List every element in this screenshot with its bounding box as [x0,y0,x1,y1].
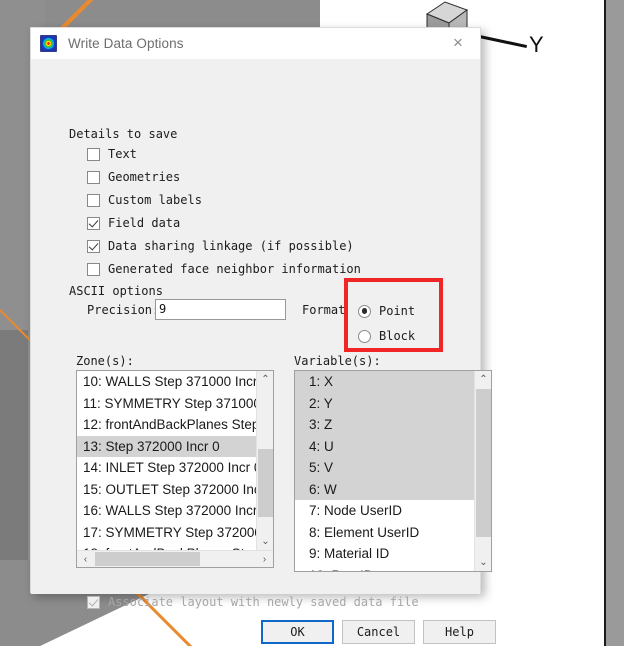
checkbox-label-associate-layout: Associate layout with newly saved data f… [108,595,419,609]
zones-listbox[interactable]: 10: WALLS Step 371000 Incr 0 11: SYMMETR… [76,370,274,568]
scroll-right-icon[interactable]: › [256,551,273,567]
list-item[interactable]: 12: frontAndBackPlanes Step 3 [77,414,256,436]
variables-scroll-thumb[interactable] [476,389,491,537]
checkbox-label-custom-labels: Custom labels [108,193,202,207]
radio-block[interactable] [358,329,371,343]
axis-label-y: Y [529,32,544,57]
checkbox-row-custom-labels[interactable]: Custom labels [87,190,202,210]
checkbox-label-geometries: Geometries [108,170,181,184]
checkbox-text[interactable] [87,147,100,161]
list-item[interactable]: 10: WALLS Step 371000 Incr 0 [77,371,256,393]
checkbox-geometries[interactable] [87,170,100,184]
list-item[interactable]: 18: frontAndBackPlanes Step 3 [77,543,256,550]
variables-label: Variable(s): [294,354,381,368]
precision-input[interactable]: 9 [155,299,286,320]
variables-listbox[interactable]: 1: X 2: Y 3: Z 4: U 5: V 6: W 7: Node Us… [294,370,492,572]
close-icon[interactable]: × [436,28,480,58]
dialog-body: Details to save Text Geometries Custom l… [31,59,496,644]
checkbox-field-data[interactable] [87,216,100,230]
dialog-title: Write Data Options [68,35,184,51]
scroll-up-icon[interactable]: ⌃ [475,371,491,388]
checkbox-row-field-data[interactable]: Field data [87,213,180,233]
checkbox-row-data-sharing-linkage[interactable]: Data sharing linkage (if possible) [87,236,354,256]
zones-hscroll-thumb[interactable] [95,552,200,566]
list-item[interactable]: 9: Material ID [295,543,474,565]
variables-list-items: 1: X 2: Y 3: Z 4: U 5: V 6: W 7: Node Us… [295,371,474,571]
list-item[interactable]: 15: OUTLET Step 372000 Incr ( [77,479,256,501]
zones-scroll-thumb[interactable] [258,449,273,517]
checkbox-label-text: Text [108,147,137,161]
ascii-section-title: ASCII options [69,284,163,298]
dialog-titlebar: Write Data Options × [31,28,480,59]
list-item[interactable]: 3: Z [295,414,474,436]
variables-vertical-scrollbar[interactable]: ⌃ ⌄ [474,371,491,571]
cancel-button[interactable]: Cancel [342,620,415,644]
list-item[interactable]: 8: Element UserID [295,522,474,544]
checkbox-associate-layout [87,595,100,609]
list-item[interactable]: 13: Step 372000 Incr 0 [77,435,256,457]
list-item[interactable]: 5: V [295,457,474,479]
radio-point[interactable] [358,304,371,318]
list-item[interactable]: 7: Node UserID [295,500,474,522]
zones-horizontal-scrollbar[interactable]: ‹ › [77,550,273,567]
zones-list-items: 10: WALLS Step 371000 Incr 0 11: SYMMETR… [77,371,256,550]
ok-button[interactable]: OK [261,620,334,644]
details-section-title: Details to save [69,127,178,141]
checkbox-label-face-neighbor: Generated face neighbor information [108,262,361,276]
checkbox-face-neighbor[interactable] [87,262,100,276]
scroll-down-icon[interactable]: ⌄ [475,554,491,571]
radio-row-point[interactable]: Point [358,302,415,320]
scroll-down-icon[interactable]: ⌄ [257,533,273,550]
list-item[interactable]: 17: SYMMETRY Step 372000 Ir [77,522,256,544]
list-item[interactable]: 4: U [295,435,474,457]
list-item[interactable]: 1: X [295,371,474,393]
checkbox-label-field-data: Field data [108,216,181,230]
radio-row-block[interactable]: Block [358,327,415,345]
checkbox-data-sharing-linkage[interactable] [87,239,100,253]
checkbox-label-data-sharing-linkage: Data sharing linkage (if possible) [108,239,354,253]
checkbox-row-face-neighbor[interactable]: Generated face neighbor information [87,259,361,279]
precision-label: Precision: [87,303,160,317]
list-item[interactable]: 16: WALLS Step 372000 Incr 0 [77,500,256,522]
tecplot-app-icon [40,34,57,52]
list-item[interactable]: 6: W [295,478,474,500]
right-side-panel [606,0,624,646]
scroll-left-icon[interactable]: ‹ [77,551,94,567]
checkbox-row-text[interactable]: Text [87,144,137,164]
scroll-up-icon[interactable]: ⌃ [257,371,273,388]
format-label: Format [302,303,346,317]
list-item[interactable]: 11: SYMMETRY Step 371000 Ir [77,393,256,415]
zones-vertical-scrollbar[interactable]: ⌃ ⌄ [256,371,273,550]
radio-label-point: Point [379,304,416,318]
checkbox-custom-labels[interactable] [87,193,100,207]
list-item[interactable]: 10: Part ID [295,565,474,572]
list-item[interactable]: 2: Y [295,392,474,414]
checkbox-row-geometries[interactable]: Geometries [87,167,180,187]
write-data-options-dialog: Write Data Options × Details to save Tex… [30,27,496,644]
zones-label: Zone(s): [76,354,134,368]
checkbox-row-associate-layout: Associate layout with newly saved data f… [87,595,419,609]
help-button[interactable]: Help [423,620,496,644]
radio-label-block: Block [379,329,416,343]
list-item[interactable]: 14: INLET Step 372000 Incr 0 [77,457,256,479]
